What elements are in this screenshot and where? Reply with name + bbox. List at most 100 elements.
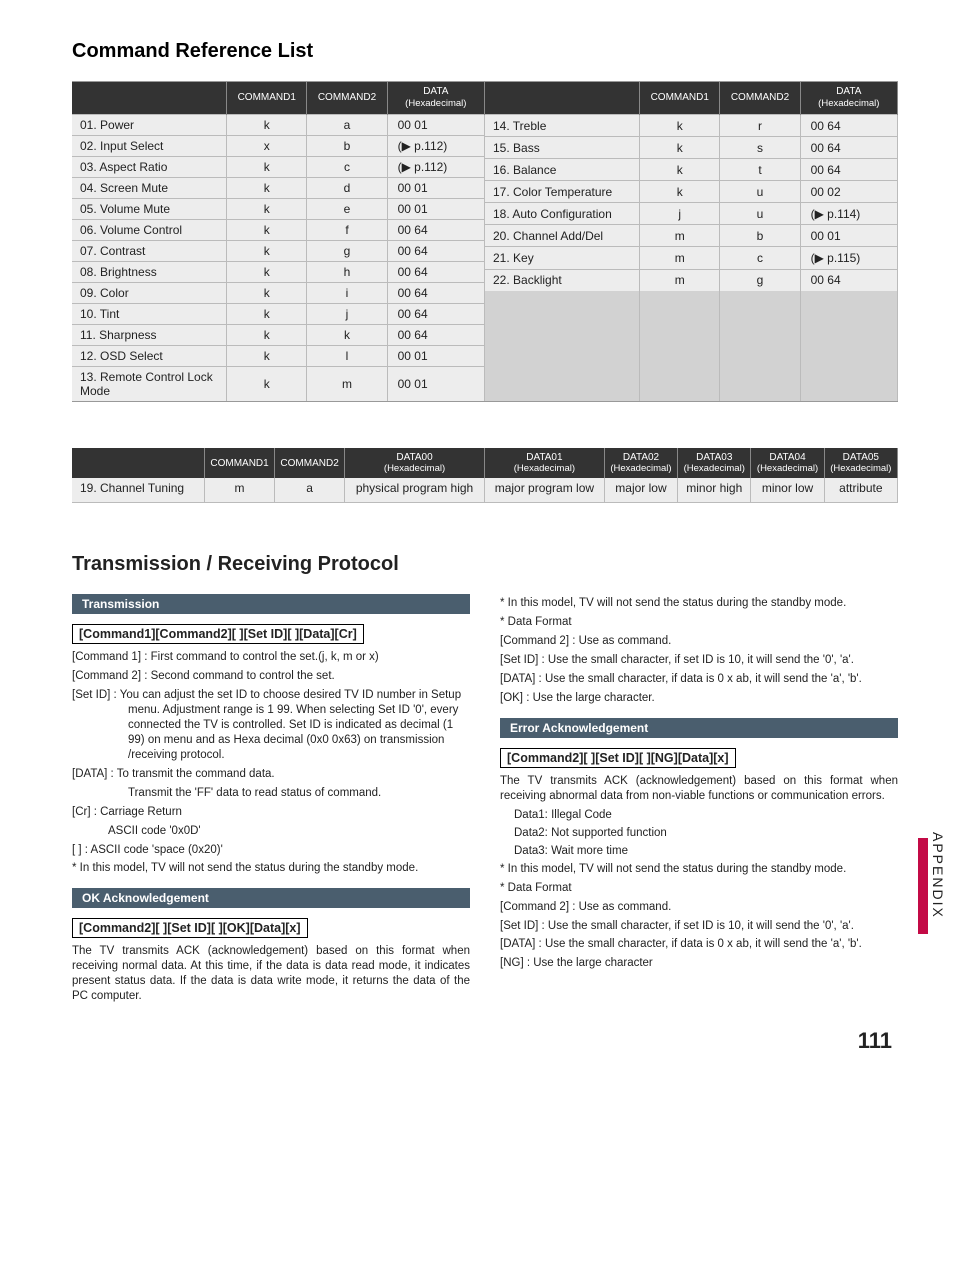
th-data-sub-r: (Hexadecimal) (818, 98, 879, 109)
th-tbl2: DATA03(Hexadecimal) (678, 448, 751, 478)
table-row: 09. Colorki00 64 (72, 283, 485, 304)
row-cmd1: k (640, 181, 720, 203)
err-n4: [Set ID] : Use the small character, if s… (500, 919, 898, 934)
row-label: 17. Color Temperature (485, 181, 640, 203)
trans-l3: [Set ID] : You can adjust the set ID to … (72, 688, 470, 763)
row-data: 00 64 (387, 283, 484, 304)
tbl2-cell: attribute (824, 478, 897, 502)
row-cmd2: c (307, 157, 387, 178)
row-label: 06. Volume Control (72, 220, 227, 241)
transmission-head: Transmission (72, 594, 470, 614)
th-tbl2: DATA04(Hexadecimal) (751, 448, 824, 478)
row-cmd1: j (640, 203, 720, 225)
row-cmd1: k (227, 325, 307, 346)
tbl2-cell: m (205, 478, 275, 502)
row-cmd2: m (307, 367, 387, 402)
row-label: 15. Bass (485, 137, 640, 159)
err-n3: [Command 2] : Use as command. (500, 900, 898, 915)
row-cmd1: k (227, 346, 307, 367)
row-label: 12. OSD Select (72, 346, 227, 367)
err-ack-head: Error Acknowledgement (500, 718, 898, 738)
table-row: 11. Sharpnesskk00 64 (72, 325, 485, 346)
empty-cell (485, 335, 640, 357)
th-data-top-r: DATA (836, 86, 861, 97)
row-data: 00 01 (387, 199, 484, 220)
table-row: 05. Volume Muteke00 01 (72, 199, 485, 220)
tbl2-cell: a (275, 478, 345, 502)
trans-l2: [Command 2] : Second command to control … (72, 669, 470, 684)
rt-n4: [Set ID] : Use the small character, if s… (500, 653, 898, 668)
table-row-empty (485, 335, 898, 357)
table-row: 14. Treblekr00 64 (485, 115, 898, 137)
empty-cell (640, 291, 720, 313)
transmission-cmd: [Command1][Command2][ ][Set ID][ ][Data]… (72, 624, 364, 644)
row-cmd2: a (307, 115, 387, 136)
err-n2: * Data Format (500, 881, 898, 896)
row-cmd2: k (307, 325, 387, 346)
row-cmd1: x (227, 136, 307, 157)
ok-ack-head: OK Acknowledgement (72, 888, 470, 908)
row-cmd1: k (227, 367, 307, 402)
table-row: 07. Contrastkg00 64 (72, 241, 485, 262)
table-row: 20. Channel Add/Delmb00 01 (485, 225, 898, 247)
row-data: 00 01 (387, 367, 484, 402)
trans-l4: [DATA] : To transmit the command data. (72, 767, 470, 782)
row-cmd1: k (227, 304, 307, 325)
err-n6: [NG] : Use the large character (500, 956, 898, 971)
row-cmd2: b (307, 136, 387, 157)
empty-cell (485, 291, 640, 313)
empty-cell (720, 335, 800, 357)
trans-l5: [Cr] : Carriage Return (72, 805, 470, 820)
row-label: 09. Color (72, 283, 227, 304)
row-cmd2: u (720, 181, 800, 203)
th-cmd1: COMMAND1 (227, 82, 307, 115)
rt-n1: * In this model, TV will not send the st… (500, 596, 898, 611)
empty-cell (800, 291, 897, 313)
row-cmd2: g (720, 269, 800, 291)
err-d2: Data2: Not supported function (500, 827, 898, 839)
row-data: 00 64 (800, 269, 897, 291)
trans-l1: [Command 1] : First command to control t… (72, 650, 470, 665)
row-data: 00 64 (800, 115, 897, 137)
row-data: 00 64 (800, 137, 897, 159)
table-row-empty (485, 379, 898, 401)
row-cmd1: k (227, 178, 307, 199)
command-reference-table: COMMAND1 COMMAND2 DATA (Hexadecimal) 01.… (72, 81, 898, 402)
table-row: 18. Auto Configurationju(▶ p.114) (485, 203, 898, 225)
ok-ack-body: The TV transmits ACK (acknowledgement) b… (72, 944, 470, 1004)
row-data: 00 64 (387, 241, 484, 262)
err-n5: [DATA] : Use the small character, if dat… (500, 937, 898, 952)
th-tbl2: DATA01(Hexadecimal) (484, 448, 604, 478)
trans-l7: * In this model, TV will not send the st… (72, 861, 470, 876)
row-label: 05. Volume Mute (72, 199, 227, 220)
channel-tuning-table: COMMAND1COMMAND2DATA00(Hexadecimal)DATA0… (72, 448, 898, 503)
table-row-empty (485, 291, 898, 313)
row-cmd1: k (640, 115, 720, 137)
section-title-2: Transmission / Receiving Protocol (72, 553, 898, 576)
row-cmd1: k (227, 283, 307, 304)
row-cmd2: f (307, 220, 387, 241)
row-cmd2: c (720, 247, 800, 269)
row-cmd1: m (640, 269, 720, 291)
empty-cell (640, 357, 720, 379)
tbl2-cell: major low (604, 478, 677, 502)
row-label: 07. Contrast (72, 241, 227, 262)
err-ack-body: The TV transmits ACK (acknowledgement) b… (500, 774, 898, 804)
row-cmd2: b (720, 225, 800, 247)
row-label: 08. Brightness (72, 262, 227, 283)
row-cmd2: u (720, 203, 800, 225)
th-tbl2: DATA00(Hexadecimal) (345, 448, 485, 478)
table-row: 15. Bassks00 64 (485, 137, 898, 159)
row-cmd2: d (307, 178, 387, 199)
th-cmd2-r: COMMAND2 (720, 82, 800, 115)
table-row: 12. OSD Selectkl00 01 (72, 346, 485, 367)
table-row: 06. Volume Controlkf00 64 (72, 220, 485, 241)
th-empty (72, 448, 205, 478)
empty-cell (720, 357, 800, 379)
empty-cell (485, 313, 640, 335)
table-row: 03. Aspect Ratiokc(▶ p.112) (72, 157, 485, 178)
row-cmd2: s (720, 137, 800, 159)
empty-cell (800, 335, 897, 357)
empty-cell (485, 357, 640, 379)
err-ack-cmd: [Command2][ ][Set ID][ ][NG][Data][x] (500, 748, 736, 768)
